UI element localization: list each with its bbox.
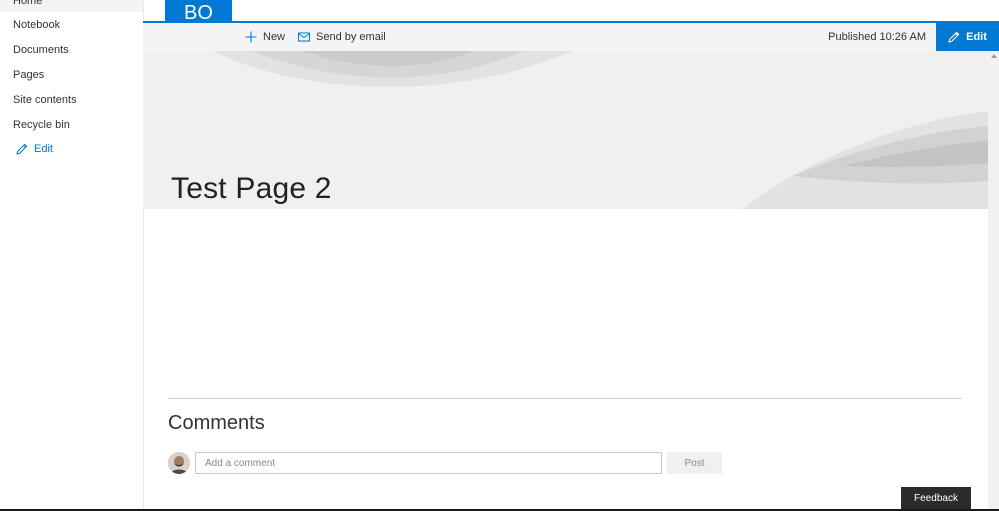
scroll-up-arrow-icon[interactable]	[991, 54, 997, 58]
edit-button-label: Edit	[966, 31, 987, 43]
edit-button[interactable]: Edit	[936, 23, 999, 51]
comment-input[interactable]	[195, 452, 662, 474]
send-by-email-button[interactable]: Send by email	[298, 23, 386, 51]
plus-icon	[245, 31, 257, 43]
sidebar-edit-label: Edit	[34, 143, 53, 155]
comments-heading: Comments	[168, 412, 265, 434]
sidebar-item-notebook[interactable]: Notebook	[13, 18, 60, 32]
page-title: Test Page 2	[171, 172, 332, 205]
pencil-icon	[16, 143, 28, 155]
sidebar-item-pages[interactable]: Pages	[13, 68, 44, 82]
pencil-icon	[948, 31, 960, 43]
left-navigation: Home Notebook Documents Pages Site conte…	[0, 0, 144, 511]
command-bar: New Send by email Published 10:26 AM	[143, 23, 988, 51]
sidebar-item-home[interactable]: Home	[13, 0, 42, 8]
new-button[interactable]: New	[245, 23, 285, 51]
published-status: Published 10:26 AM	[828, 31, 926, 43]
vertical-scrollbar[interactable]	[988, 51, 999, 511]
mail-icon	[298, 32, 310, 42]
new-label: New	[263, 31, 286, 43]
feedback-button[interactable]: Feedback	[901, 487, 971, 509]
sidebar-edit-link[interactable]: Edit	[16, 143, 53, 155]
sidebar-item-recycle-bin[interactable]: Recycle bin	[13, 118, 70, 132]
site-logo-initials: BO	[184, 2, 213, 24]
send-by-email-label: Send by email	[316, 31, 386, 43]
post-button[interactable]: Post	[667, 452, 722, 474]
user-photo-icon	[168, 452, 190, 474]
sidebar-item-site-contents[interactable]: Site contents	[13, 93, 77, 107]
sidebar-item-documents[interactable]: Documents	[13, 43, 69, 57]
comments-divider	[168, 398, 962, 399]
avatar	[168, 452, 190, 474]
